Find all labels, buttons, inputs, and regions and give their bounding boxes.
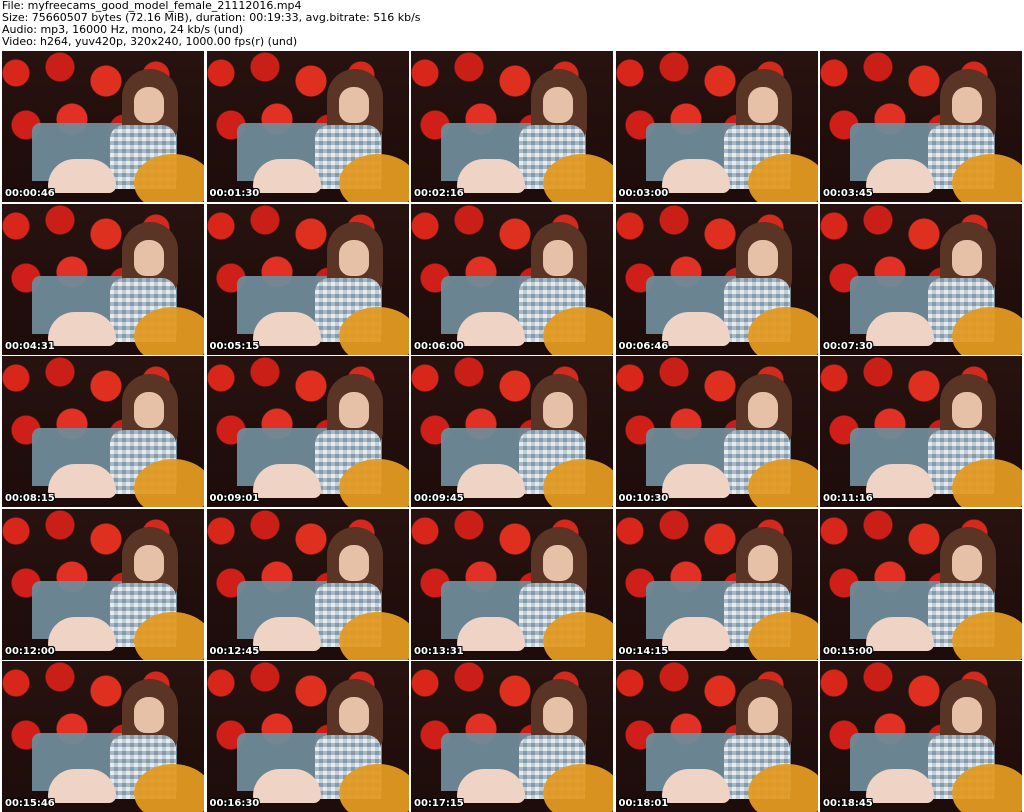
thumbnail-12[interactable]: 00:09:01	[206, 356, 409, 507]
person-figure	[457, 221, 597, 347]
thumbnail-14[interactable]: 00:10:30	[615, 356, 818, 507]
person-figure	[48, 221, 188, 347]
thumbnail-7[interactable]: 00:05:15	[206, 203, 409, 355]
thumbnail-5[interactable]: 00:03:45	[820, 51, 1022, 202]
person-figure	[661, 374, 802, 499]
person-figure	[252, 374, 393, 499]
person-figure	[866, 526, 1006, 652]
thumbnail-8[interactable]: 00:06:00	[411, 203, 613, 355]
video-info: Video: h264, yuv420p, 320x240, 1000.00 f…	[2, 35, 298, 48]
person-figure	[661, 679, 802, 804]
timestamp: 00:03:00	[618, 188, 669, 199]
thumbnail-2[interactable]: 00:01:30	[206, 51, 409, 202]
thumbnail-25[interactable]: 00:18:45	[820, 661, 1022, 812]
thumbnail-24[interactable]: 00:18:01	[615, 661, 818, 812]
timestamp: 00:16:30	[209, 798, 260, 809]
thumbnail-15[interactable]: 00:11:16	[820, 356, 1022, 507]
thumbnail-10[interactable]: 00:07:30	[820, 203, 1022, 355]
thumbnail-grid: 00:00:46 00:01:30 00:02:16 00:03:00 00:0…	[2, 51, 1022, 812]
person-figure	[661, 69, 802, 194]
timestamp: 00:18:45	[823, 798, 873, 809]
person-figure	[661, 221, 802, 347]
person-figure	[48, 526, 188, 652]
person-figure	[48, 69, 188, 194]
person-figure	[457, 374, 597, 499]
timestamp: 00:05:15	[209, 340, 260, 352]
timestamp: 00:03:45	[823, 188, 873, 199]
timestamp: 00:07:30	[823, 340, 873, 352]
thumbnail-21[interactable]: 00:15:46	[2, 661, 204, 812]
timestamp: 00:00:46	[5, 188, 55, 199]
metadata-header: File: myfreecams_good_model_female_21112…	[2, 0, 1022, 50]
thumbnail-16[interactable]: 00:12:00	[2, 508, 204, 660]
person-figure	[661, 526, 802, 652]
thumbnail-20[interactable]: 00:15:00	[820, 508, 1022, 660]
timestamp: 00:04:31	[5, 340, 55, 352]
timestamp: 00:08:15	[5, 493, 55, 504]
timestamp: 00:15:00	[823, 645, 873, 657]
timestamp: 00:02:16	[414, 188, 464, 199]
thumbnail-9[interactable]: 00:06:46	[615, 203, 818, 355]
person-figure	[457, 526, 597, 652]
timestamp: 00:06:00	[414, 340, 464, 352]
person-figure	[252, 526, 393, 652]
timestamp: 00:11:16	[823, 493, 873, 504]
timestamp: 00:12:00	[5, 645, 55, 657]
person-figure	[866, 221, 1006, 347]
person-figure	[48, 374, 188, 499]
timestamp: 00:14:15	[618, 645, 669, 657]
thumbnail-17[interactable]: 00:12:45	[206, 508, 409, 660]
thumbnail-18[interactable]: 00:13:31	[411, 508, 613, 660]
timestamp: 00:10:30	[618, 493, 669, 504]
thumbnail-3[interactable]: 00:02:16	[411, 51, 613, 202]
timestamp: 00:13:31	[414, 645, 464, 657]
person-figure	[252, 679, 393, 804]
timestamp: 00:15:46	[5, 798, 55, 809]
thumbnail-4[interactable]: 00:03:00	[615, 51, 818, 202]
person-figure	[457, 679, 597, 804]
timestamp: 00:01:30	[209, 188, 260, 199]
timestamp: 00:18:01	[618, 798, 669, 809]
person-figure	[48, 679, 188, 804]
thumbnail-1[interactable]: 00:00:46	[2, 51, 204, 202]
thumbnail-22[interactable]: 00:16:30	[206, 661, 409, 812]
person-figure	[252, 69, 393, 194]
thumbnail-23[interactable]: 00:17:15	[411, 661, 613, 812]
timestamp: 00:06:46	[618, 340, 669, 352]
person-figure	[252, 221, 393, 347]
person-figure	[457, 69, 597, 194]
person-figure	[866, 679, 1006, 804]
thumbnail-6[interactable]: 00:04:31	[2, 203, 204, 355]
timestamp: 00:09:45	[414, 493, 464, 504]
timestamp: 00:17:15	[414, 798, 464, 809]
person-figure	[866, 69, 1006, 194]
thumbnail-11[interactable]: 00:08:15	[2, 356, 204, 507]
thumbnail-19[interactable]: 00:14:15	[615, 508, 818, 660]
thumbnail-13[interactable]: 00:09:45	[411, 356, 613, 507]
timestamp: 00:12:45	[209, 645, 260, 657]
person-figure	[866, 374, 1006, 499]
timestamp: 00:09:01	[209, 493, 260, 504]
